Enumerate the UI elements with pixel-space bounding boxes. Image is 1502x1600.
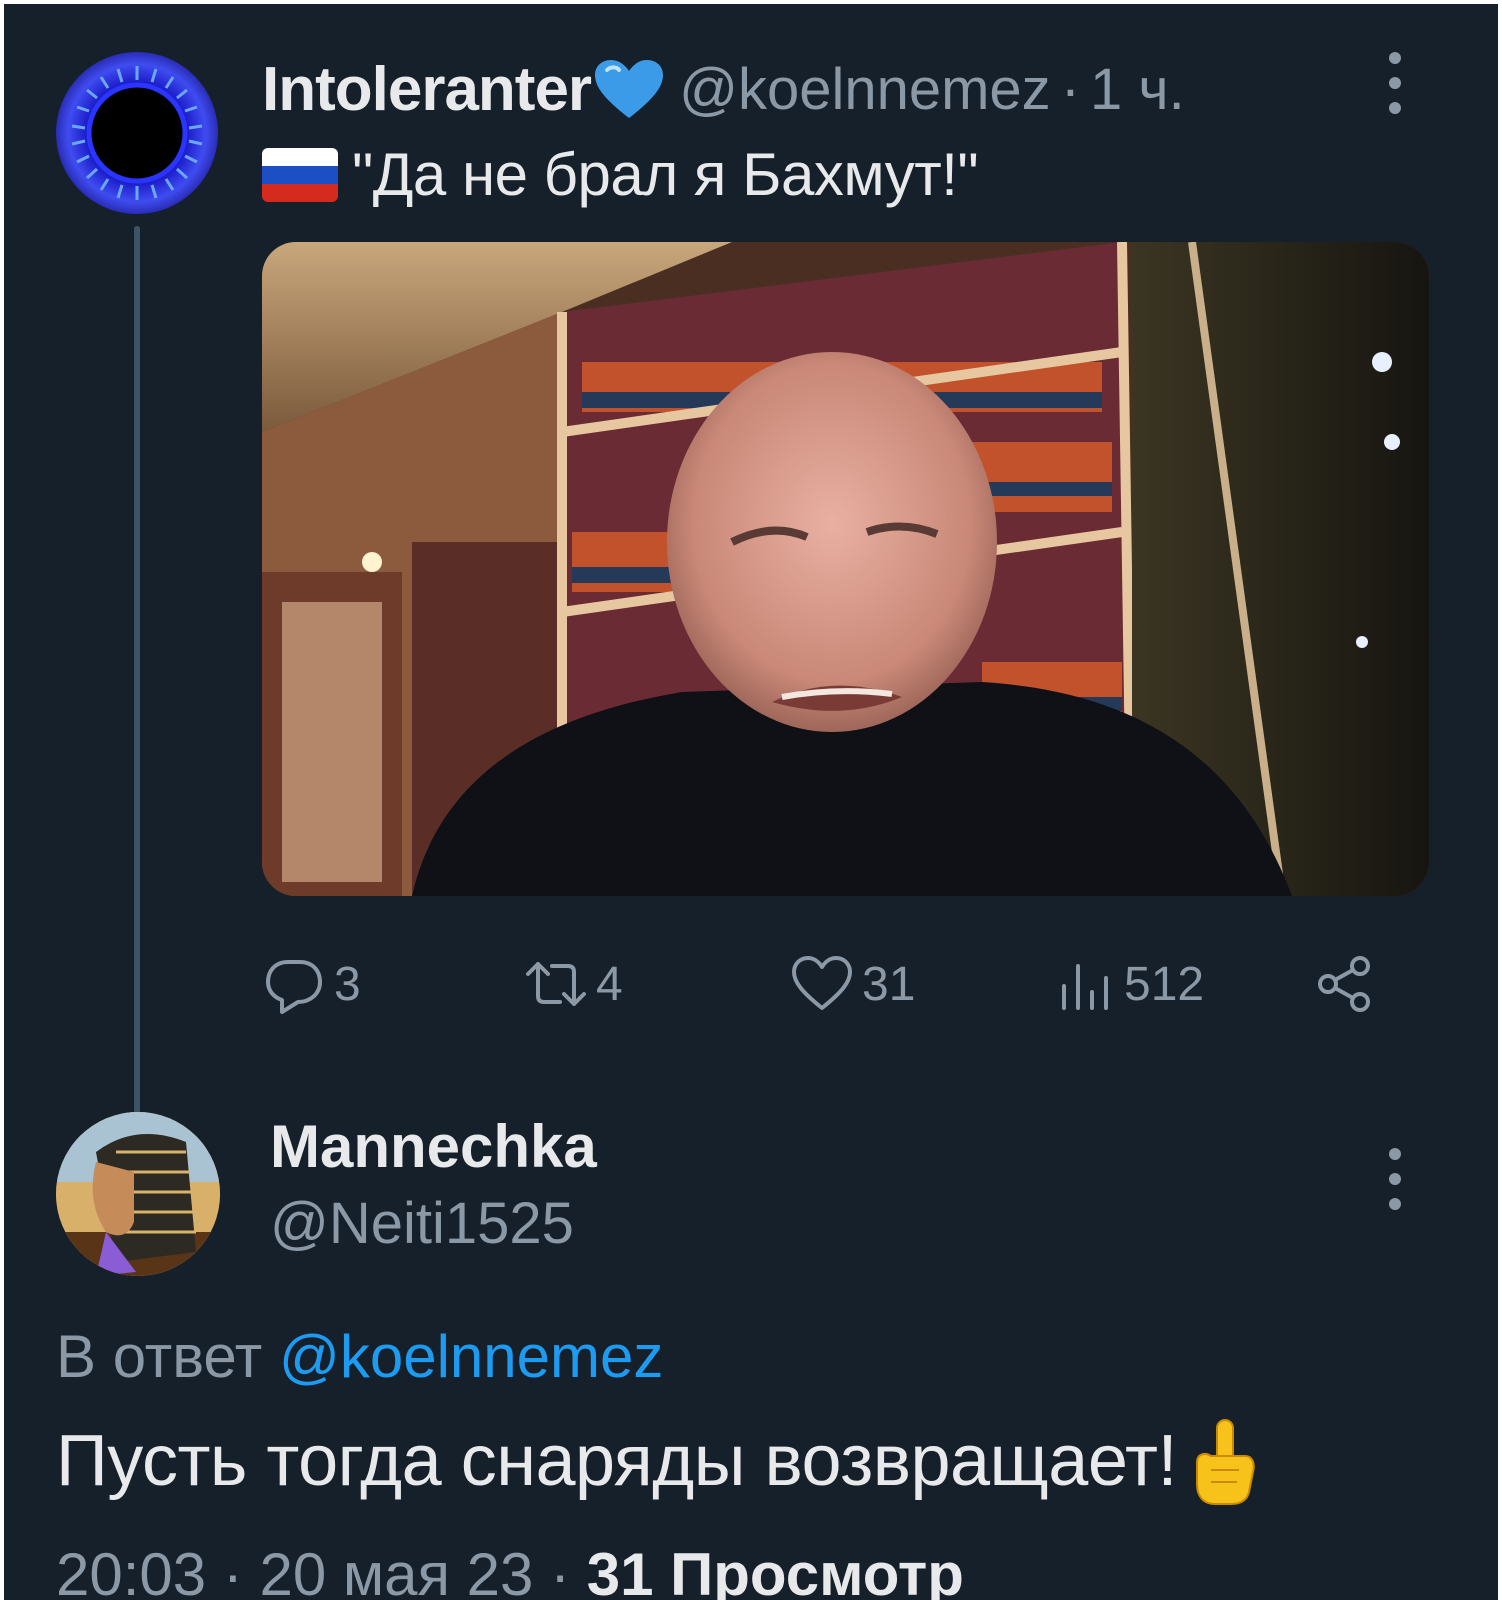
more-options-icon[interactable] bbox=[1380, 48, 1410, 118]
retweet-action[interactable]: 4 bbox=[524, 944, 623, 1024]
avatar-mannechka[interactable] bbox=[56, 1112, 220, 1276]
egyptian-queen-avatar-image bbox=[56, 1112, 220, 1276]
thread-connector-line bbox=[134, 226, 140, 1121]
replying-to-mention-link[interactable]: @koelnnemez bbox=[279, 1323, 663, 1390]
reply-action[interactable]: 3 bbox=[262, 944, 361, 1024]
reply-timestamp[interactable]: 20:03 · 20 мая 23 · bbox=[56, 1541, 587, 1600]
author-handle[interactable]: @koelnnemez bbox=[679, 56, 1051, 123]
share-nodes-icon bbox=[1318, 956, 1370, 1012]
reply-body: Пусть тогда снаряды возвращает! bbox=[56, 1416, 1259, 1506]
reply-author-display-name[interactable]: Mannechka bbox=[270, 1112, 597, 1181]
gas-burner-flame-icon bbox=[71, 66, 203, 200]
heart-icon bbox=[792, 956, 852, 1010]
blue-heart-icon bbox=[593, 58, 665, 122]
pointing-up-icon bbox=[1195, 1419, 1255, 1505]
reply-count: 3 bbox=[334, 957, 361, 1011]
retweet-icon bbox=[526, 962, 586, 1006]
reply-views-count[interactable]: 31 Просмотр bbox=[587, 1541, 964, 1600]
tweet-text: "Да не брал я Бахмут!" bbox=[352, 141, 979, 208]
russian-flag-icon bbox=[262, 147, 338, 202]
analytics-bars-icon bbox=[1062, 964, 1108, 1010]
tweet-thread: Intoleranter @koelnnemez · 1 ч. "Да не б… bbox=[4, 4, 1498, 1600]
replying-to: В ответ @koelnnemez bbox=[56, 1322, 663, 1391]
retweet-count: 4 bbox=[596, 957, 623, 1011]
reply-bubble-icon bbox=[266, 960, 322, 1014]
tweet-action-bar: 3 4 31 512 bbox=[262, 944, 1392, 1024]
reply-text: Пусть тогда снаряды возвращает! bbox=[56, 1421, 1177, 1501]
like-count: 31 bbox=[862, 957, 916, 1011]
reply-author-handle[interactable]: @Neiti1525 bbox=[270, 1190, 574, 1257]
tweet-video-thumbnail[interactable] bbox=[262, 242, 1429, 896]
tweet-body: "Да не брал я Бахмут!" bbox=[262, 140, 979, 209]
header-separator: · bbox=[1060, 57, 1081, 122]
view-count: 512 bbox=[1124, 957, 1205, 1011]
tweet-header: Intoleranter @koelnnemez · 1 ч. bbox=[262, 54, 1185, 125]
replying-to-label: В ответ bbox=[56, 1323, 279, 1390]
tweet-timestamp[interactable]: 1 ч. bbox=[1090, 56, 1185, 123]
share-action[interactable] bbox=[1312, 944, 1376, 1024]
reply-more-options-icon[interactable] bbox=[1380, 1144, 1410, 1214]
views-action[interactable]: 512 bbox=[1052, 944, 1204, 1024]
avatar-intoleranter[interactable] bbox=[56, 52, 218, 214]
reply-footer: 20:03 · 20 мая 23 · 31 Просмотр bbox=[56, 1540, 964, 1600]
video-frame-image bbox=[262, 242, 1429, 896]
like-action[interactable]: 31 bbox=[790, 944, 915, 1024]
author-display-name[interactable]: Intoleranter bbox=[262, 54, 592, 125]
